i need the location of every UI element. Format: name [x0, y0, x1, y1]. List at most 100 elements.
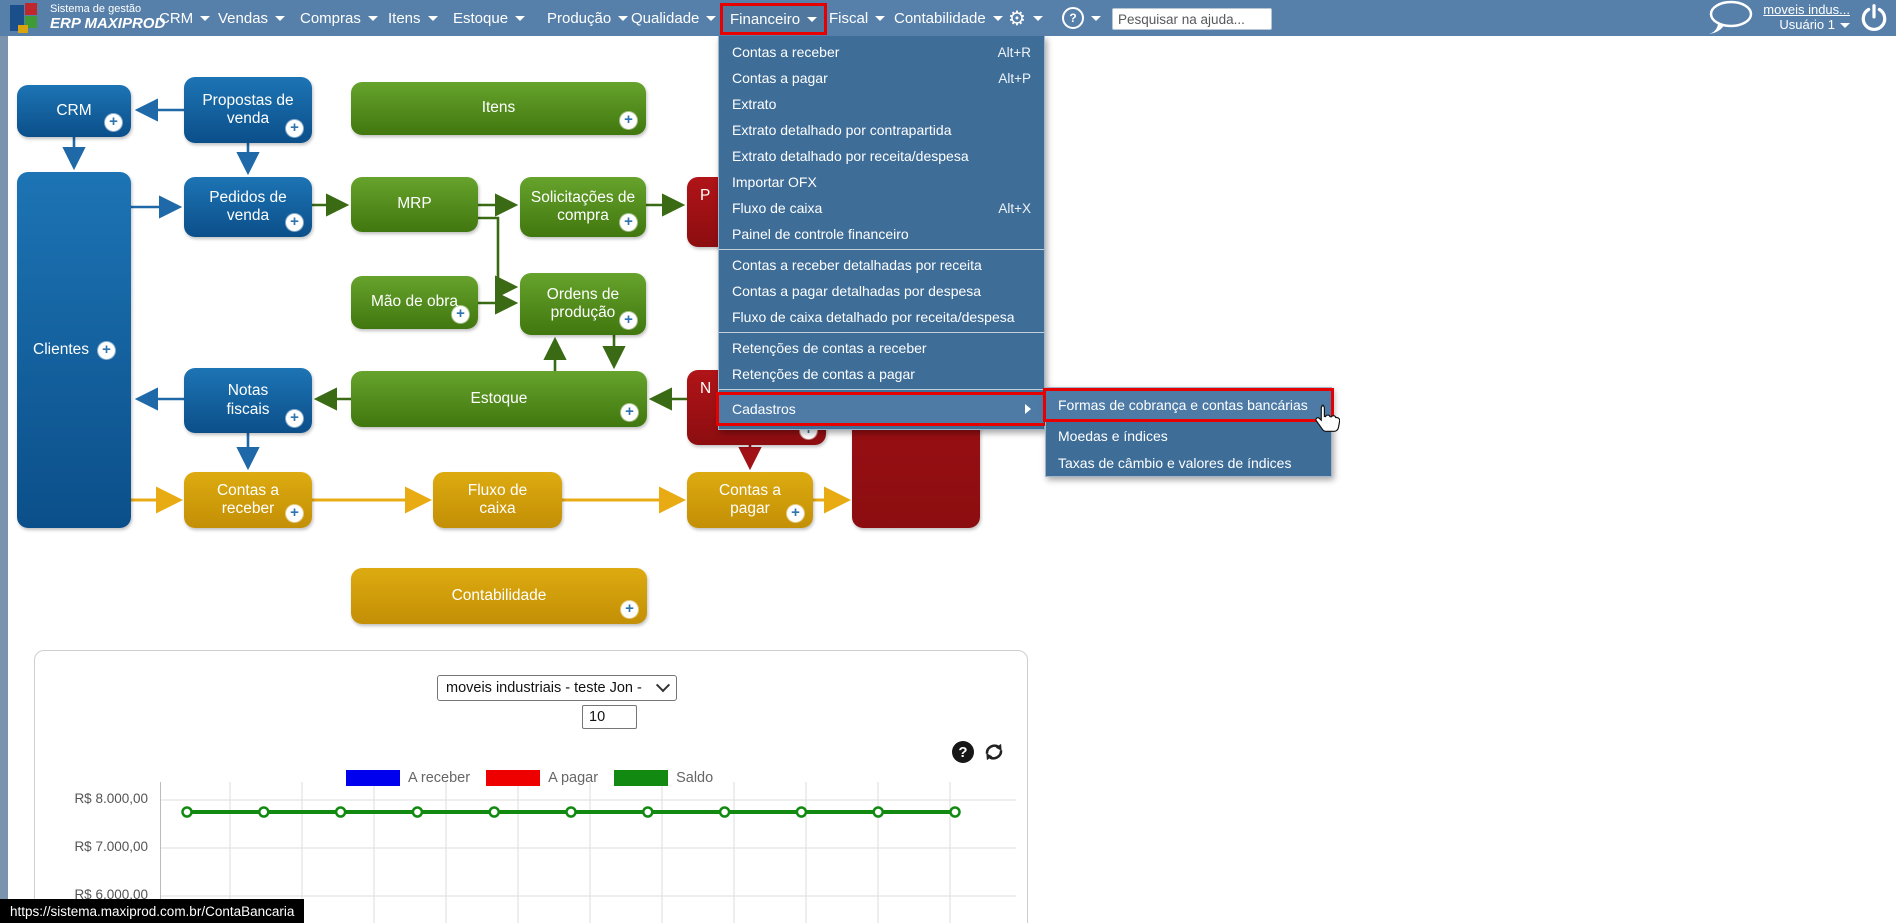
add-icon[interactable]: + — [286, 505, 303, 522]
menu-item[interactable]: Fluxo de caixa detalhado por receita/des… — [719, 304, 1044, 330]
chat-bubble-icon[interactable] — [1705, 0, 1753, 36]
flow-node-label: MRP — [397, 195, 432, 213]
nav-menu-estoque[interactable]: Estoque — [453, 0, 526, 36]
search-input[interactable] — [1112, 8, 1272, 30]
menu-item[interactable]: Retenções de contas a receber — [719, 335, 1044, 361]
menu-item[interactable]: Painel de controle financeiro — [719, 221, 1044, 247]
select-chevron-icon — [655, 678, 671, 693]
flow-node-itens[interactable]: Itens + — [351, 82, 646, 135]
flow-node-label: P — [700, 187, 711, 204]
nav-menu-contabilidade[interactable]: Contabilidade — [894, 0, 1003, 36]
flow-node-label: Fluxo de caixa — [467, 481, 528, 517]
chevron-down-icon — [618, 15, 629, 21]
nav-menu-fiscal[interactable]: Fiscal — [829, 0, 886, 36]
flow-node-fluxo-caixa[interactable]: Fluxo de caixa — [433, 472, 562, 528]
flow-node-label: N — [700, 380, 712, 397]
y-axis-label: R$ 7.000,00 — [74, 839, 148, 854]
flow-node-mrp[interactable]: MRP — [351, 177, 478, 232]
menu-item[interactable]: Extrato detalhado por receita/despesa — [719, 143, 1044, 169]
menu-item[interactable]: Importar OFX — [719, 169, 1044, 195]
menu-item[interactable]: Contas a receber Alt+R — [719, 39, 1044, 65]
chevron-down-icon — [875, 15, 886, 21]
menu-separator — [719, 332, 1044, 333]
y-axis-label: R$ 8.000,00 — [74, 791, 148, 806]
user-menu[interactable]: Usuário 1 — [1779, 17, 1850, 33]
chevron-down-icon — [1840, 22, 1850, 28]
add-icon[interactable]: + — [621, 601, 638, 618]
menu-item[interactable]: Extrato — [719, 91, 1044, 117]
flow-node-label: CRM — [56, 101, 92, 119]
cadastros-submenu: Formas de cobrança e contas bancárias Moe… — [1043, 387, 1334, 477]
nav-menu-itens[interactable]: Itens — [388, 0, 438, 36]
add-icon[interactable]: + — [286, 120, 303, 137]
nav-menu-compras[interactable]: Compras — [300, 0, 378, 36]
app-logo[interactable]: Sistema de gestão ERP MAXIPROD — [10, 3, 165, 33]
chevron-down-icon — [200, 15, 211, 21]
logout-power-icon[interactable] — [1860, 3, 1888, 33]
flow-node-propostas-venda[interactable]: Propostas de venda + — [184, 77, 312, 143]
menu-item[interactable]: Contas a receber detalhadas por receita — [719, 252, 1044, 278]
empresa-select[interactable]: moveis industriais - teste Jon - — [437, 675, 677, 701]
settings-menu[interactable]: ⚙ — [1008, 0, 1043, 36]
menu-item[interactable]: Contas a pagar Alt+P — [719, 65, 1044, 91]
menu-item[interactable]: Retenções de contas a pagar — [719, 361, 1044, 387]
chevron-down-icon — [1091, 15, 1101, 21]
chart-legend: A receber A pagar Saldo — [346, 770, 713, 786]
flow-node-notas-fiscais[interactable]: Notas fiscais + — [184, 368, 312, 433]
add-icon[interactable]: + — [286, 410, 303, 427]
flow-node-label: Ordens de produção — [546, 285, 620, 321]
nav-menu-produção[interactable]: Produção — [547, 0, 629, 36]
menu-item[interactable]: Extrato detalhado por contrapartida — [719, 117, 1044, 143]
flow-node-label: Clientes — [33, 340, 89, 358]
help-icon: ? — [1062, 7, 1084, 29]
flow-node-estoque[interactable]: Estoque + — [351, 371, 647, 427]
chevron-down-icon — [515, 15, 526, 21]
menu-separator — [719, 249, 1044, 250]
flow-node-label: Mão de obra — [370, 293, 459, 311]
flow-node-pedidos-venda[interactable]: Pedidos de venda + — [184, 177, 312, 237]
dias-input[interactable] — [582, 705, 637, 729]
gear-icon: ⚙ — [1008, 7, 1026, 30]
flow-node-contas-receber[interactable]: Contas a receber + — [184, 472, 312, 528]
chart-help-icon[interactable]: ? — [952, 741, 974, 763]
nav-menu-qualidade[interactable]: Qualidade — [631, 0, 717, 36]
help-menu[interactable]: ? — [1062, 0, 1101, 36]
flow-node-crm[interactable]: CRM + — [17, 85, 131, 137]
flow-node-clientes[interactable]: Clientes + — [17, 172, 131, 528]
menu-item-cadastros[interactable]: Cadastros — [716, 392, 1047, 426]
logo-icon — [10, 3, 42, 33]
add-icon[interactable]: + — [98, 341, 115, 359]
submenu-item[interactable]: Moedas e índices — [1046, 422, 1331, 449]
add-icon[interactable]: + — [621, 404, 638, 421]
chevron-down-icon — [992, 15, 1003, 21]
nav-menu-crm[interactable]: CRM — [159, 0, 211, 36]
nav-menu-vendas[interactable]: Vendas — [218, 0, 286, 36]
legend-swatch — [486, 770, 541, 786]
flow-node-mao-de-obra[interactable]: Mão de obra + — [351, 276, 478, 329]
nav-menu-financeiro[interactable]: Financeiro — [720, 3, 828, 35]
submenu-item[interactable]: Taxas de câmbio e valores de índices — [1046, 449, 1331, 476]
chevron-down-icon — [275, 15, 286, 21]
flow-node-contabilidade[interactable]: Contabilidade + — [351, 568, 647, 624]
add-icon[interactable]: + — [787, 505, 804, 522]
add-icon[interactable]: + — [105, 114, 122, 131]
refresh-icon[interactable] — [982, 740, 1006, 769]
add-icon[interactable]: + — [620, 214, 637, 231]
add-icon[interactable]: + — [286, 214, 303, 231]
chevron-down-icon — [807, 16, 818, 22]
add-icon[interactable]: + — [452, 306, 469, 323]
chevron-down-icon — [367, 15, 378, 21]
add-icon[interactable]: + — [620, 312, 637, 329]
flow-node-label: Contabilidade — [451, 586, 547, 604]
flow-node-label: Contas a pagar — [718, 481, 782, 517]
flow-node-ordens-producao[interactable]: Ordens de produção + — [520, 273, 646, 335]
menu-item[interactable]: Contas a pagar detalhadas por despesa — [719, 278, 1044, 304]
flow-node-label: Estoque — [470, 389, 528, 407]
submenu-item[interactable]: Formas de cobrança e contas bancárias — [1043, 388, 1334, 422]
account-link[interactable]: moveis indus... — [1763, 2, 1850, 18]
menu-item[interactable]: Fluxo de caixa Alt+X — [719, 195, 1044, 221]
flow-node-solicitacoes-compra[interactable]: Solicitações de compra + — [520, 177, 646, 237]
add-icon[interactable]: + — [620, 112, 637, 129]
flow-node-contas-pagar[interactable]: Contas a pagar + — [687, 472, 813, 528]
flow-node-label: Pedidos de venda — [209, 188, 287, 224]
